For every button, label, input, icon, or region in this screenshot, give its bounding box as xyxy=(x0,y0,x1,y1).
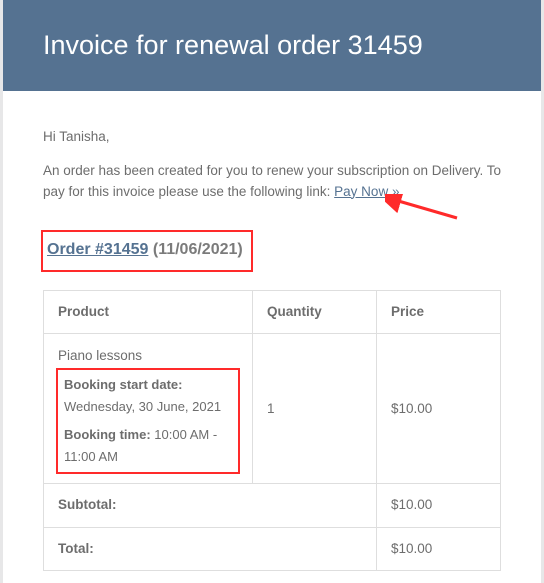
product-name: Piano lessons xyxy=(58,348,142,363)
subtotal-value: $10.00 xyxy=(377,484,501,527)
order-date: (11/06/2021) xyxy=(153,241,243,258)
table-header-row: Product Quantity Price xyxy=(44,290,501,333)
subtotal-label: Subtotal: xyxy=(44,484,377,527)
email-container: Invoice for renewal order 31459 Hi Tanis… xyxy=(3,0,541,583)
intro-text: An order has been created for you to ren… xyxy=(43,161,501,202)
page-title: Invoice for renewal order 31459 xyxy=(43,30,501,61)
pay-now-link[interactable]: Pay Now » xyxy=(334,184,399,199)
booking-details: Booking start date: Wednesday, 30 June, … xyxy=(58,370,238,472)
product-cell: Piano lessons Booking start date: Wednes… xyxy=(44,334,253,484)
order-heading: Order #31459 (11/06/2021) xyxy=(43,232,251,270)
subtotal-row: Subtotal: $10.00 xyxy=(44,484,501,527)
total-value: $10.00 xyxy=(377,527,501,570)
intro-body: An order has been created for you to ren… xyxy=(43,163,501,198)
total-label: Total: xyxy=(44,527,377,570)
col-product: Product xyxy=(44,290,253,333)
col-price: Price xyxy=(377,290,501,333)
greeting-text: Hi Tanisha, xyxy=(43,127,501,147)
invoice-table: Product Quantity Price Piano lessons Boo… xyxy=(43,290,501,571)
total-row: Total: $10.00 xyxy=(44,527,501,570)
table-row: Piano lessons Booking start date: Wednes… xyxy=(44,334,501,484)
price-cell: $10.00 xyxy=(377,334,501,484)
email-header: Invoice for renewal order 31459 xyxy=(3,0,541,91)
col-quantity: Quantity xyxy=(253,290,377,333)
email-content: Hi Tanisha, An order has been created fo… xyxy=(3,91,541,579)
booking-time-label: Booking time: xyxy=(64,427,151,442)
quantity-cell: 1 xyxy=(253,334,377,484)
booking-date-label: Booking start date: xyxy=(64,377,182,392)
booking-date-value: Wednesday, 30 June, 2021 xyxy=(64,399,221,414)
order-number-link[interactable]: Order #31459 xyxy=(47,241,148,258)
